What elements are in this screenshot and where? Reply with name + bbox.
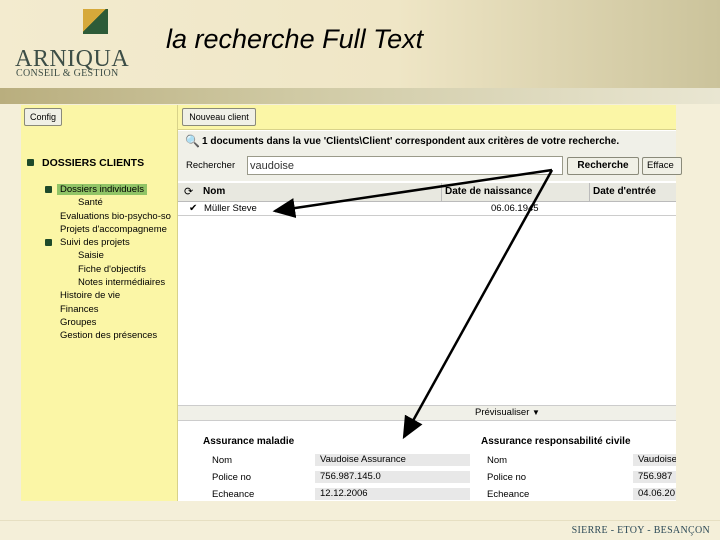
cell-nom: Müller Steve [204,203,257,214]
tree-item-notes[interactable]: Notes intermédiaires [78,277,165,288]
field-label: Police no [212,472,252,483]
tree-root-dossiers-clients[interactable]: DOSSIERS CLIENTS [42,157,144,169]
table-header: ⟳ Nom Date de naissance Date d'entrée [178,183,676,202]
field-value-nom: Vaudoise [633,454,676,466]
slide-title: la recherche Full Text [166,24,424,54]
refresh-icon[interactable]: ⟳ [184,185,193,198]
tree-item-sante[interactable]: Santé [78,197,103,208]
tree-item-saisie[interactable]: Saisie [78,250,104,261]
table-row[interactable]: ✔ Müller Steve 06.06.1945 [178,202,676,216]
logo-subtitle: CONSEIL & GESTION [16,68,119,79]
search-input[interactable] [247,156,563,175]
preview-toggle-bar[interactable]: Prévisualiser ▼ [178,405,676,421]
tree-toggle-icon[interactable] [45,239,52,246]
field-label: Nom [487,455,508,466]
search-icon: 🔍 [185,134,200,148]
preview-toggle[interactable]: Prévisualiser ▼ [475,407,540,418]
clear-button[interactable]: Efface [642,157,682,175]
field-value-echeance: 04.06.20 [633,488,676,500]
footer-line [0,520,720,521]
field-label: Echeance [487,489,530,500]
field-value-nom: Vaudoise Assurance [315,454,470,466]
tree-item-groupes[interactable]: Groupes [60,317,96,328]
app-window: Config DOSSIERS CLIENTS Dossiers individ… [21,105,682,501]
field-value-echeance: 12.12.2006 [315,488,470,500]
field-label: Echeance [212,489,255,500]
tree-item-finances[interactable]: Finances [60,304,99,315]
result-count-text: 1 documents dans la vue 'Clients\Client'… [202,136,620,147]
tree-item-evaluations[interactable]: Evaluations bio-psycho-so [60,211,171,222]
toolbar: Nouveau client [178,105,676,130]
chevron-down-icon: ▼ [532,408,540,417]
field-value-police: 756.987 [633,471,676,483]
tree-toggle-icon[interactable] [27,159,34,166]
tree-item-dossiers-individuels[interactable]: Dossiers individuels [57,184,147,195]
tree-item-fiche-objectifs[interactable]: Fiche d'objectifs [78,264,146,275]
search-button[interactable]: Recherche [567,157,639,175]
footer-locations: SIERRE - ETOY - BESANÇON [571,525,710,536]
results-table: ⟳ Nom Date de naissance Date d'entrée ✔ … [178,183,676,405]
tree-item-projets[interactable]: Projets d'accompagneme [60,224,167,235]
section-title-assurance-rc: Assurance responsabilité civile [481,436,631,447]
main-panel: Nouveau client 🔍 1 documents dans la vue… [178,105,682,501]
cell-naissance: 06.06.1945 [491,203,539,214]
search-label: Rechercher [186,160,236,171]
column-header-nom[interactable]: Nom [200,183,442,201]
tree-item-histoire[interactable]: Histoire de vie [60,290,120,301]
tree-item-suivi-projets[interactable]: Suivi des projets [60,237,130,248]
column-header-naissance[interactable]: Date de naissance [442,183,590,201]
sidebar: Config DOSSIERS CLIENTS Dossiers individ… [21,105,178,501]
logo-icon [83,9,108,34]
new-client-button[interactable]: Nouveau client [182,108,256,126]
field-label: Nom [212,455,233,466]
section-title-assurance-maladie: Assurance maladie [203,436,295,447]
field-label: Police no [487,472,527,483]
check-icon: ✔ [189,203,198,214]
search-info-bar: 🔍 1 documents dans la vue 'Clients\Clien… [178,131,676,153]
tree-item-presences[interactable]: Gestion des présences [60,330,157,341]
tree-toggle-icon[interactable] [45,186,52,193]
config-button[interactable]: Config [24,108,62,126]
field-value-police: 756.987.145.0 [315,471,470,483]
column-header-entree[interactable]: Date d'entrée [590,183,679,201]
preview-panel: Prévisualiser ▼ Assurance maladie Nom Va… [178,405,676,501]
search-row: Rechercher Recherche Efface [178,153,682,181]
header-strip [0,88,720,104]
